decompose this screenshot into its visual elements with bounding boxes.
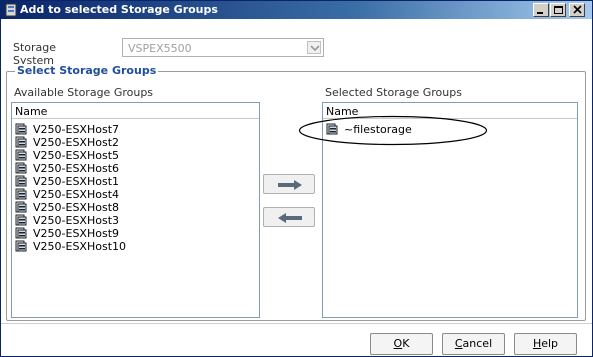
- title-bar[interactable]: Add to selected Storage Groups: [1, 1, 592, 19]
- help-mnemonic: H: [532, 337, 542, 350]
- footer-divider: [1, 323, 592, 324]
- available-groups-label: Available Storage Groups: [14, 86, 154, 99]
- highlight-ellipse: [298, 115, 488, 146]
- minimize-icon: [537, 12, 543, 14]
- maximize-button[interactable]: [550, 3, 566, 17]
- list-item[interactable]: V250-ESXHost6: [12, 162, 259, 175]
- list-item[interactable]: V250-ESXHost8: [12, 201, 259, 214]
- list-item[interactable]: V250-ESXHost2: [12, 136, 259, 149]
- storage-group-icon: [15, 149, 27, 161]
- storage-group-icon: [15, 201, 27, 213]
- storage-group-icon: [15, 136, 27, 148]
- maximize-icon: [554, 6, 563, 14]
- list-item-label: V250-ESXHost3: [33, 214, 120, 227]
- available-items: V250-ESXHost7 V250-ESXHost2 V250-ESXHost…: [12, 123, 259, 253]
- list-item-label: V250-ESXHost4: [33, 188, 120, 201]
- list-item[interactable]: V250-ESXHost3: [12, 214, 259, 227]
- available-groups-list[interactable]: Name V250-ESXHost7 V250-ESXHost2 V250-ES…: [11, 102, 260, 318]
- close-button[interactable]: [569, 3, 585, 17]
- storage-group-icon: [15, 175, 27, 187]
- list-item-label: V250-ESXHost7: [33, 123, 120, 136]
- list-item[interactable]: V250-ESXHost10: [12, 240, 259, 253]
- selected-groups-label: Selected Storage Groups: [325, 86, 462, 99]
- list-item[interactable]: V250-ESXHost1: [12, 175, 259, 188]
- storage-group-icon: [15, 227, 27, 239]
- list-item[interactable]: V250-ESXHost4: [12, 188, 259, 201]
- list-item-label: V250-ESXHost2: [33, 136, 120, 149]
- left-arrow-icon: [278, 213, 302, 223]
- cancel-label-rest: ancel: [462, 337, 493, 350]
- chevron-down-icon: [310, 45, 320, 52]
- dropdown-button[interactable]: [307, 41, 321, 54]
- available-name-column-header[interactable]: Name: [12, 103, 259, 119]
- ok-mnemonic: O: [393, 337, 403, 350]
- list-item-label: V250-ESXHost10: [33, 240, 127, 253]
- ok-label-rest: K: [402, 337, 410, 350]
- dialog-window: Add to selected Storage Groups Storage S…: [0, 0, 593, 357]
- list-item-label: V250-ESXHost6: [33, 162, 120, 175]
- storage-system-select[interactable]: VSPEX5500: [122, 38, 324, 57]
- window-title: Add to selected Storage Groups: [20, 3, 218, 16]
- ok-button[interactable]: OK: [370, 333, 433, 355]
- help-button[interactable]: Help: [514, 333, 577, 355]
- list-item-label: V250-ESXHost9: [33, 227, 120, 240]
- help-label-rest: elp: [541, 337, 559, 350]
- list-item[interactable]: V250-ESXHost9: [12, 227, 259, 240]
- remove-from-selected-button[interactable]: [263, 207, 315, 227]
- available-name-header-label: Name: [15, 105, 48, 118]
- select-storage-groups-fieldset: Select Storage Groups Available Storage …: [6, 64, 586, 321]
- storage-group-icon: [15, 123, 27, 135]
- minimize-button[interactable]: [533, 3, 549, 17]
- cancel-button[interactable]: Cancel: [442, 333, 505, 355]
- storage-app-icon: [5, 3, 17, 17]
- add-to-selected-button[interactable]: [263, 174, 315, 194]
- list-item-label: V250-ESXHost1: [33, 175, 120, 188]
- group-title: Select Storage Groups: [15, 64, 159, 77]
- storage-group-icon: [15, 240, 27, 252]
- cancel-mnemonic: C: [454, 337, 463, 350]
- close-icon: [573, 5, 582, 14]
- list-item-label: V250-ESXHost5: [33, 149, 120, 162]
- right-arrow-icon: [278, 180, 302, 190]
- storage-group-icon: [15, 214, 27, 226]
- storage-system-value: VSPEX5500: [128, 42, 192, 55]
- list-item[interactable]: V250-ESXHost5: [12, 149, 259, 162]
- list-item-label: V250-ESXHost8: [33, 201, 120, 214]
- list-item[interactable]: V250-ESXHost7: [12, 123, 259, 136]
- storage-group-icon: [15, 162, 27, 174]
- storage-group-icon: [15, 188, 27, 200]
